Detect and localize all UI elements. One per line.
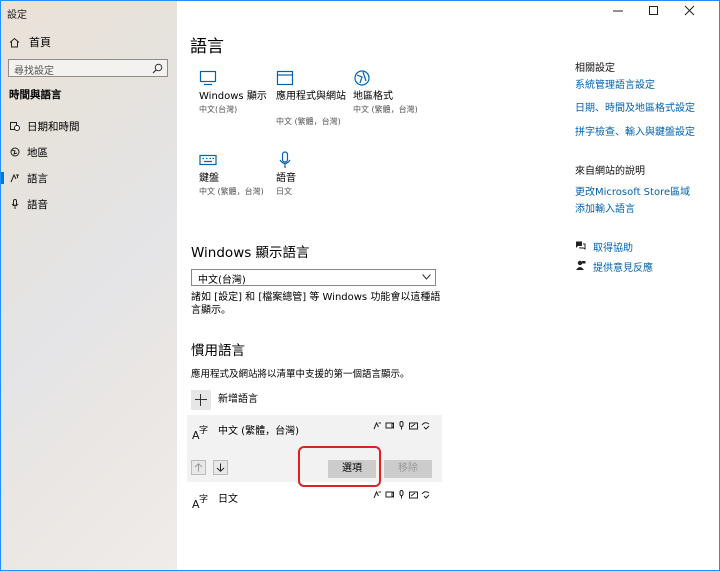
minimize-button[interactable]: [606, 3, 630, 19]
tile-name: 應用程式與網站: [276, 91, 346, 102]
tile-desc: 中文 (繁體，台灣): [276, 117, 341, 126]
restore-button[interactable]: [642, 3, 666, 19]
search-placeholder: 尋找設定: [14, 66, 54, 77]
web-link-store-region[interactable]: 更改Microsoft Store區域: [575, 183, 690, 198]
language-features: [373, 421, 430, 430]
search-input[interactable]: 尋找設定: [8, 59, 168, 77]
select-value: 中文(台灣): [198, 275, 246, 286]
sidebar-item-language[interactable]: 語言: [1, 169, 177, 187]
sidebar-item-label: 地區: [27, 147, 48, 159]
close-button[interactable]: [678, 3, 702, 19]
sidebar-item-speech[interactable]: 語音: [1, 195, 177, 213]
spell-check-icon: [421, 422, 430, 430]
close-icon: [684, 5, 695, 16]
tile-name: 語音: [276, 173, 296, 184]
region-format-icon: [354, 70, 370, 86]
get-help-label: 取得協助: [593, 243, 633, 254]
remove-button[interactable]: 移除: [384, 460, 432, 478]
tile-name: 鍵盤: [199, 173, 219, 184]
get-help-link[interactable]: 取得協助: [575, 239, 655, 254]
settings-window: 設定 首頁 尋找設定 時間與語言 日期和時間 地區 語言 語音 語言 Windo…: [0, 0, 720, 571]
app-window-icon: [276, 70, 294, 86]
add-language-button[interactable]: [191, 390, 211, 410]
speech-recognition-icon: [399, 421, 404, 430]
microphone-icon: [11, 199, 19, 209]
chat-help-icon: [576, 241, 586, 250]
related-settings-heading: 相關設定: [575, 63, 615, 74]
language-char-icon: A字: [192, 424, 208, 441]
move-down-button[interactable]: [213, 460, 228, 475]
display-language-description: 諸如 [設定] 和 [檔案總管] 等 Windows 功能會以這種語言顯示。: [191, 292, 441, 316]
tile-name: Windows 顯示: [199, 91, 267, 102]
language-name: 中文 (繁體，台灣): [218, 426, 299, 437]
app-title: 設定: [7, 10, 27, 21]
display-language-icon: [373, 421, 381, 430]
related-link-spelling-typing[interactable]: 拼字檢查、輸入與鍵盤設定: [575, 123, 695, 138]
tile-windows-display[interactable]: Windows 顯示 中文(台灣): [199, 69, 279, 119]
restore-icon: [649, 6, 658, 15]
tile-speech[interactable]: 語音 日文: [276, 151, 356, 201]
display-language-select[interactable]: 中文(台灣): [191, 269, 436, 286]
language-name: 日文: [218, 494, 238, 505]
text-to-speech-icon: [385, 491, 394, 498]
highlight-annotation: [298, 446, 381, 487]
sidebar-item-region[interactable]: 地區: [1, 143, 177, 161]
svg-text:字: 字: [199, 424, 208, 436]
sidebar-item-datetime[interactable]: 日期和時間: [1, 117, 177, 135]
section-heading: 時間與語言: [9, 89, 62, 101]
minimize-icon: [613, 10, 623, 12]
tile-desc: 日文: [276, 187, 292, 196]
tile-keyboard[interactable]: 鍵盤 中文 (繁體，台灣): [199, 151, 279, 211]
calendar-clock-icon: [10, 122, 20, 131]
related-link-date-time-region[interactable]: 日期、時間及地區格式設定: [575, 99, 695, 114]
arrow-down-icon: [216, 463, 225, 472]
speech-recognition-icon: [399, 490, 404, 499]
feedback-label: 提供意見反應: [593, 263, 653, 274]
add-language-label[interactable]: 新增語言: [218, 390, 258, 405]
sidebar-item-label: 語言: [27, 173, 48, 185]
move-up-button[interactable]: [191, 460, 206, 475]
text-to-speech-icon: [385, 422, 394, 429]
svg-text:字: 字: [199, 493, 208, 505]
sidebar: 設定 首頁 尋找設定 時間與語言 日期和時間 地區 語言 語音: [1, 1, 177, 570]
home-link[interactable]: 首頁: [9, 35, 51, 49]
tile-name: 地區格式: [353, 91, 393, 102]
home-label: 首頁: [29, 36, 51, 49]
tile-apps-websites[interactable]: 應用程式與網站 中文 (繁體，台灣): [276, 69, 356, 129]
language-features: [373, 490, 430, 499]
display-language-heading: Windows 顯示語言: [191, 245, 310, 261]
page-title: 語言: [190, 37, 224, 57]
tile-desc: 中文 (繁體，台灣): [199, 187, 264, 196]
monitor-icon: [199, 70, 217, 86]
search-icon[interactable]: [152, 63, 163, 74]
tile-desc: 中文(台灣): [199, 105, 238, 114]
chevron-down-icon: [422, 274, 431, 280]
language-icon: [10, 173, 19, 183]
handwriting-icon: [409, 491, 418, 499]
spell-check-icon: [421, 491, 430, 499]
sidebar-item-label: 日期和時間: [27, 121, 80, 133]
display-language-icon: [373, 490, 381, 499]
keyboard-icon: [199, 154, 217, 166]
feedback-person-icon: [576, 260, 586, 270]
web-link-add-input-language[interactable]: 添加輸入語言: [575, 200, 635, 215]
tile-region-format[interactable]: 地區格式 中文 (繁體，台灣): [353, 69, 433, 127]
microphone-icon: [279, 151, 291, 168]
tile-desc: 中文 (繁體，台灣): [353, 105, 418, 114]
preferred-languages-heading: 慣用語言: [191, 343, 245, 359]
home-icon: [9, 37, 20, 47]
arrow-up-icon: [194, 463, 203, 472]
sidebar-item-label: 語音: [27, 199, 48, 211]
globe-icon: [10, 147, 20, 157]
feedback-link[interactable]: 提供意見反應: [575, 259, 675, 274]
language-char-icon: A字: [192, 493, 208, 510]
preferred-languages-description: 應用程式及網站將以清單中支援的第一個語言顯示。: [191, 369, 410, 380]
related-link-admin-language[interactable]: 系統管理語言設定: [575, 76, 655, 91]
web-help-heading: 來自網站的說明: [575, 166, 645, 177]
handwriting-icon: [409, 422, 418, 430]
